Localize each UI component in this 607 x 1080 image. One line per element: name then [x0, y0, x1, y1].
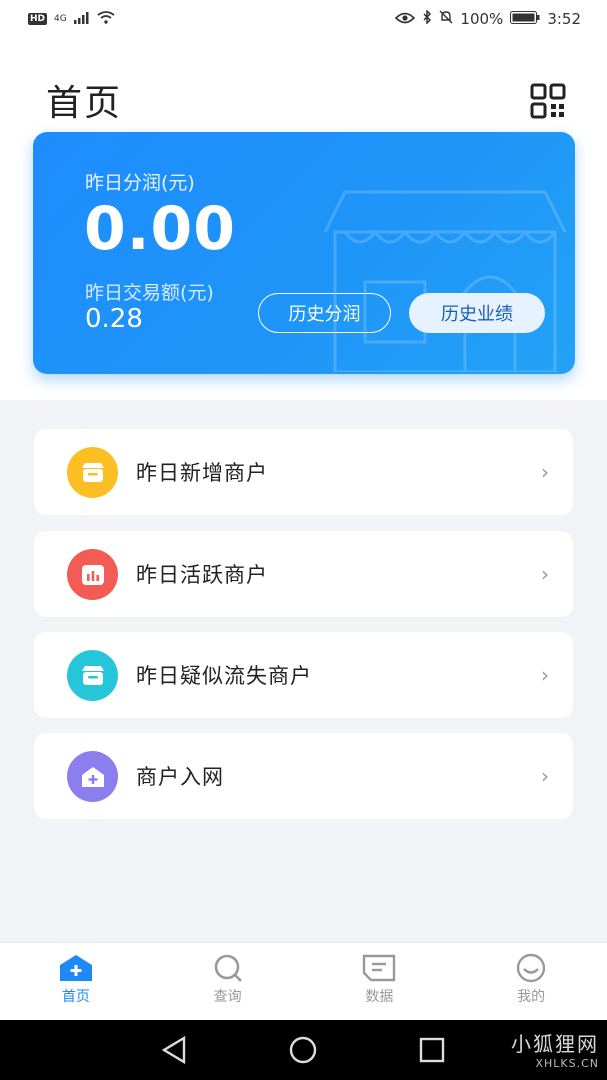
yesterday-profit-value: 0.00 — [84, 194, 237, 264]
watermark-cn: 小狐狸网 — [511, 1032, 599, 1056]
clock: 3:52 — [547, 10, 581, 28]
document-icon — [363, 954, 396, 982]
yesterday-profit-label: 昨日分润(元) — [85, 172, 195, 194]
hd-badge: HD — [28, 13, 48, 25]
home-nav-button[interactable] — [288, 1035, 318, 1069]
back-button[interactable] — [160, 1035, 188, 1069]
signal-icon — [73, 10, 90, 28]
home-circle-icon — [289, 1036, 317, 1064]
bluetooth-icon — [422, 9, 432, 28]
store-icon — [67, 447, 118, 498]
chevron-right-icon: › — [541, 663, 549, 687]
menu-item-active-merchants[interactable]: 昨日活跃商户 › — [34, 531, 573, 617]
recents-square-icon — [419, 1037, 445, 1063]
tab-label: 首页 — [61, 989, 90, 1005]
qr-code-button[interactable] — [530, 83, 566, 119]
menu-item-label: 昨日活跃商户 — [136, 563, 268, 587]
history-performance-button[interactable]: 历史业绩 — [409, 293, 545, 333]
chevron-right-icon: › — [541, 460, 549, 484]
menu-item-churn-merchants[interactable]: 昨日疑似流失商户 › — [34, 632, 573, 718]
watermark: 小狐狸网 XHLKS.CN — [511, 1028, 599, 1070]
watermark-en: XHLKS.CN — [535, 1057, 599, 1070]
menu-item-label: 商户入网 — [136, 765, 224, 789]
storefront-illustration — [323, 190, 567, 372]
qr-code-icon — [530, 83, 566, 119]
tab-data[interactable]: 数据 — [304, 943, 456, 1020]
back-triangle-icon — [161, 1035, 186, 1065]
page-title: 首页 — [46, 83, 123, 124]
house-plus-icon — [67, 751, 118, 802]
eye-icon — [395, 10, 416, 28]
network-type: 4G — [54, 14, 67, 24]
recents-button[interactable] — [418, 1035, 446, 1069]
tab-label: 数据 — [365, 989, 394, 1005]
mute-bell-icon — [439, 10, 453, 28]
store-icon — [67, 650, 118, 701]
home-icon — [59, 955, 92, 981]
battery-icon — [510, 10, 540, 28]
tab-search[interactable]: 查询 — [152, 943, 304, 1020]
battery-percent: 100% — [460, 10, 504, 28]
earnings-card: 昨日分润(元) 0.00 昨日交易额(元) 0.28 历史分润 历史业绩 — [33, 132, 575, 374]
tab-label: 查询 — [213, 989, 242, 1005]
smile-icon — [516, 953, 546, 983]
search-icon — [214, 954, 242, 982]
wifi-icon — [97, 10, 115, 28]
bar-chart-icon — [67, 549, 118, 600]
bottom-tab-bar: 首页 查询 数据 我的 — [0, 942, 607, 1020]
yesterday-volume-value: 0.28 — [85, 304, 143, 334]
menu-item-merchant-onboarding[interactable]: 商户入网 › — [34, 733, 573, 819]
status-bar: HD 4G 100% 3:52 — [0, 0, 607, 38]
tab-label: 我的 — [517, 989, 546, 1005]
yesterday-volume-label: 昨日交易额(元) — [85, 282, 214, 304]
chevron-right-icon: › — [541, 562, 549, 586]
menu-item-new-merchants[interactable]: 昨日新增商户 › — [34, 429, 573, 515]
history-profit-button[interactable]: 历史分润 — [258, 293, 391, 333]
tab-home[interactable]: 首页 — [0, 943, 152, 1020]
menu-item-label: 昨日新增商户 — [136, 461, 268, 485]
chevron-right-icon: › — [541, 764, 549, 788]
tab-mine[interactable]: 我的 — [455, 943, 607, 1020]
home-header: 首页 昨日分润(元) 0.00 昨日交易额(元) 0.28 历史分润 历史业绩 — [0, 38, 607, 400]
system-nav-bar: 小狐狸网 XHLKS.CN — [0, 1020, 607, 1080]
menu-item-label: 昨日疑似流失商户 — [136, 664, 312, 688]
